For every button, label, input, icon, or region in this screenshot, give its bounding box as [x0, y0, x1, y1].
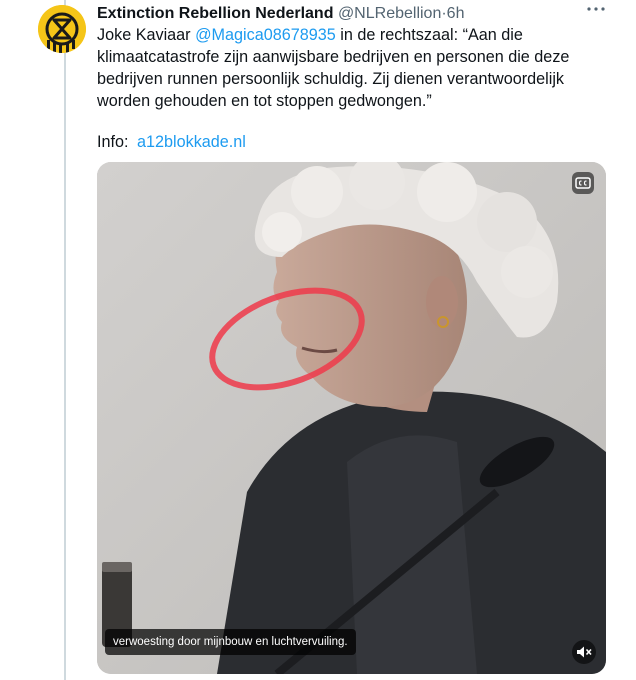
mute-button[interactable] [572, 640, 596, 664]
tweet-line-4: worden gehouden en tot stoppen gedwongen… [97, 92, 432, 110]
tweet-text: Joke Kaviaar @Magica08678935 in de recht… [97, 24, 617, 112]
thread-line [64, 0, 66, 680]
video-player[interactable]: verwoesting door mijnbouw en luchtvervui… [97, 162, 606, 674]
tweet-line-2: klimaatcatastrofe zijn aanwijsbare bedri… [97, 48, 570, 66]
video-caption: verwoesting door mijnbouw en luchtvervui… [105, 629, 356, 655]
info-label: Info: [97, 133, 129, 151]
tweet-card: Extinction Rebellion Nederland @NLRebell… [0, 0, 636, 680]
video-frame [97, 162, 606, 674]
speaker-muted-icon [577, 646, 592, 658]
more-options-icon[interactable] [585, 2, 609, 22]
mention-link[interactable]: @Magica08678935 [195, 26, 336, 44]
tweet-header: Extinction Rebellion Nederland @NLRebell… [97, 3, 617, 25]
closed-captions-icon [575, 177, 591, 189]
tweet-line-3: bedrijven runnen persoonlijk schuldig. Z… [97, 70, 565, 88]
info-line: Info: a12blokkade.nl [97, 131, 246, 153]
author-handle[interactable]: @NLRebellion [338, 5, 441, 22]
quoted-person: Joke Kaviaar [97, 26, 191, 44]
closed-captions-button[interactable] [572, 172, 594, 194]
avatar[interactable] [38, 5, 86, 53]
timestamp[interactable]: 6h [447, 5, 465, 22]
tweet-line-1-rest: in de rechtszaal: “Aan die [340, 26, 523, 44]
extinction-symbol-icon [38, 5, 86, 53]
tweet-line-1: Joke Kaviaar @Magica08678935 in de recht… [97, 24, 617, 46]
author-display-name[interactable]: Extinction Rebellion Nederland [97, 5, 333, 22]
website-link[interactable]: a12blokkade.nl [137, 133, 246, 151]
